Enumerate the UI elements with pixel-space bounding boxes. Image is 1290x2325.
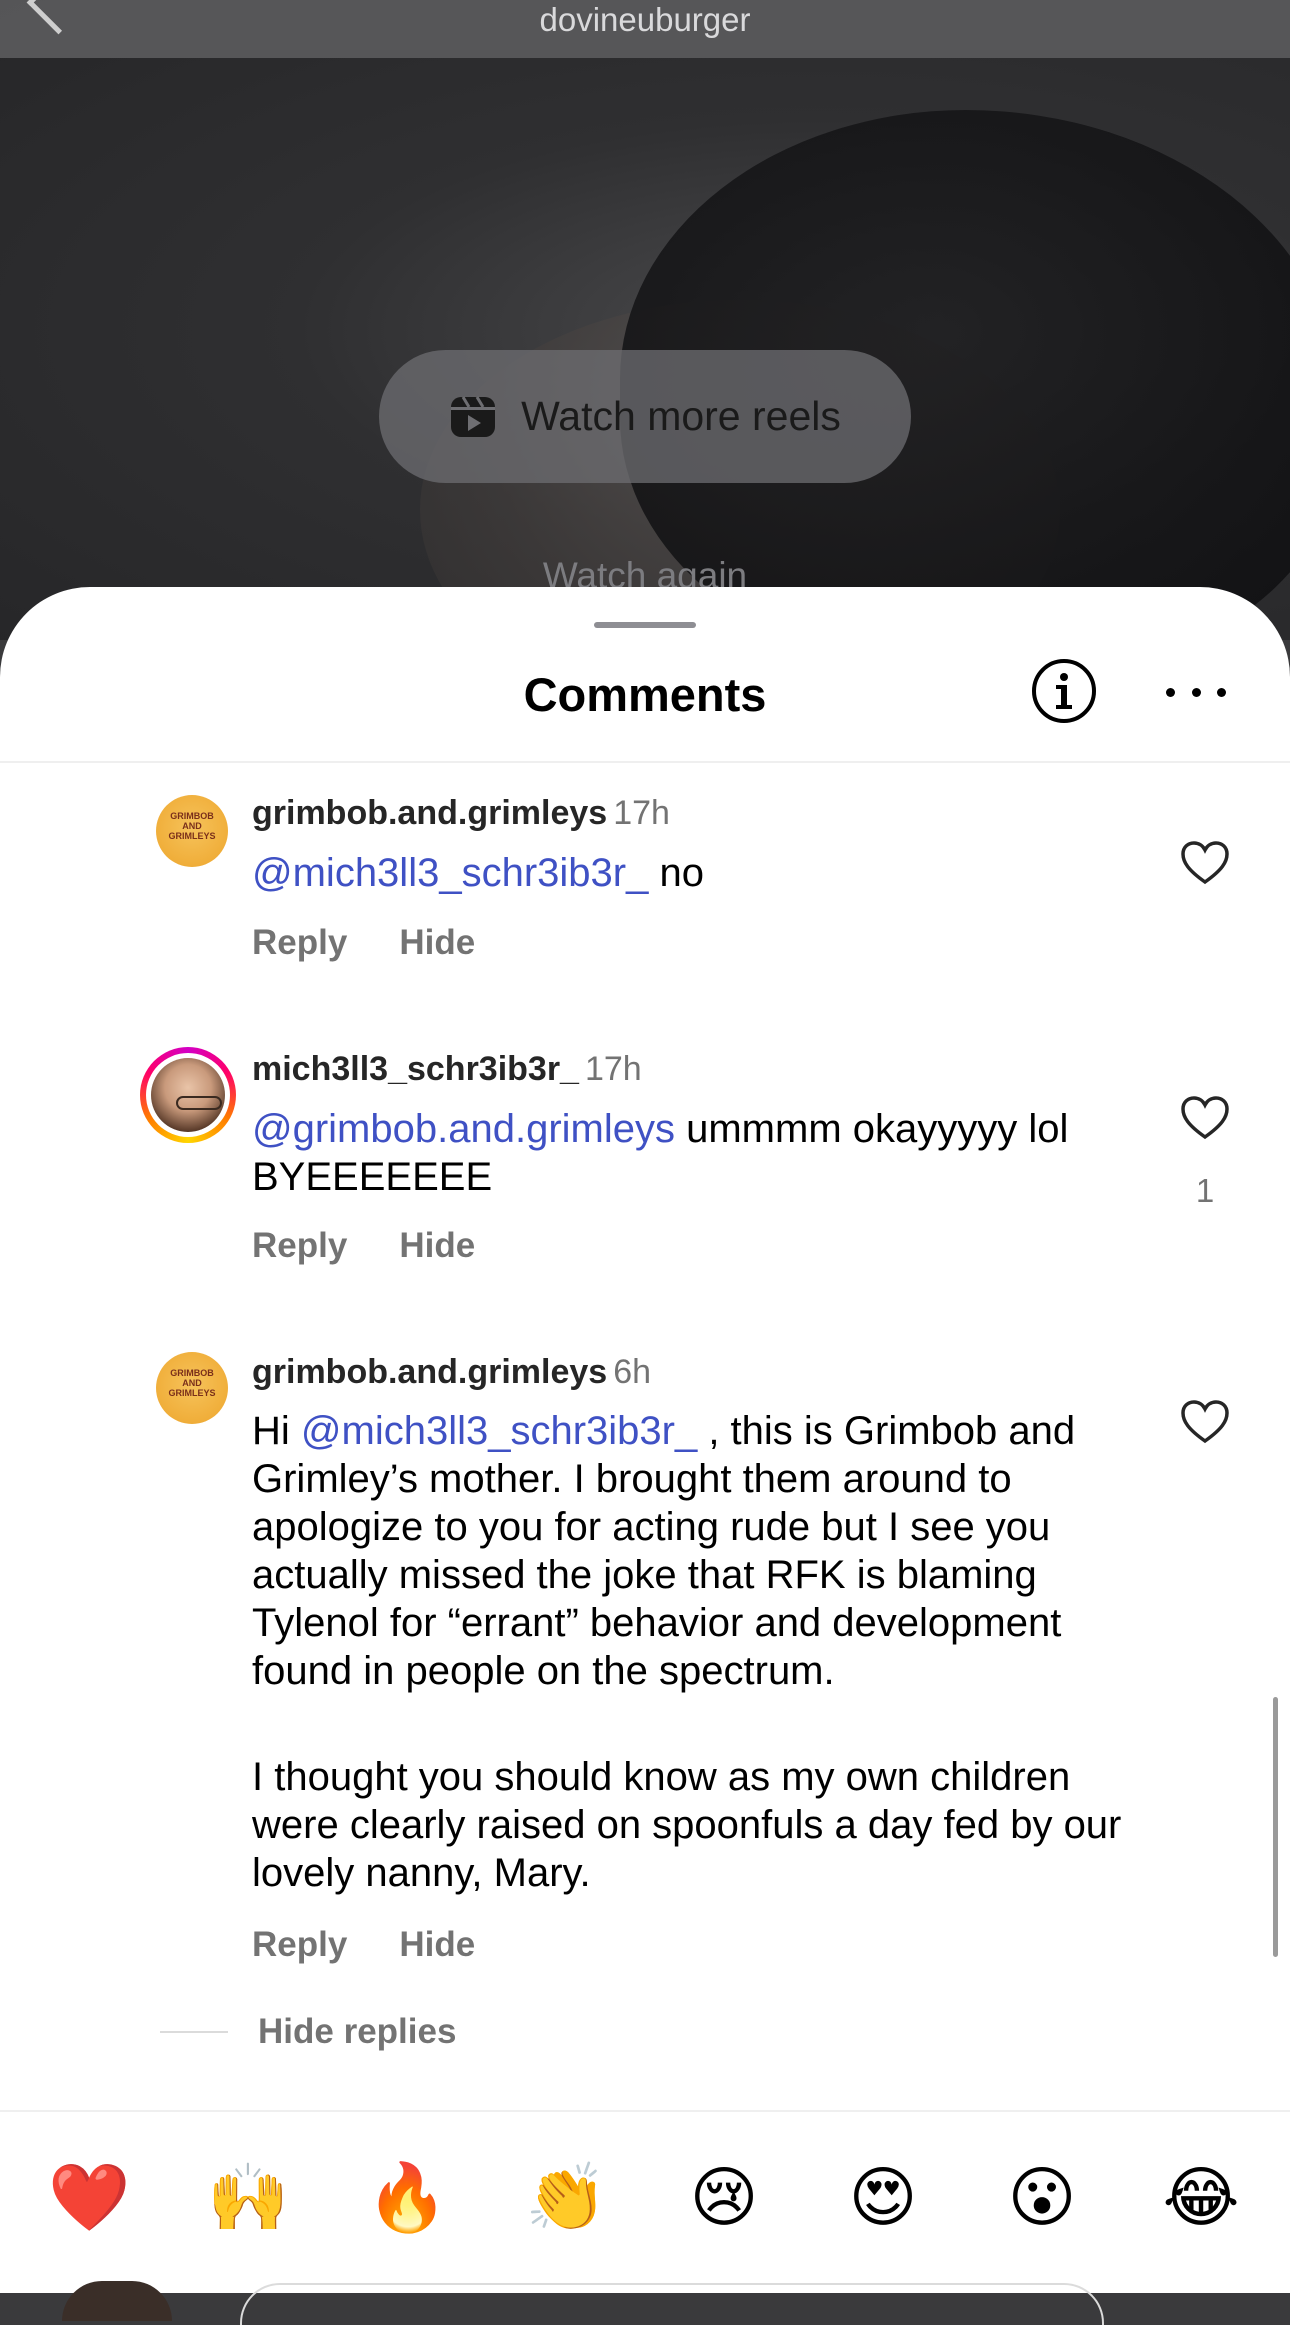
avatar[interactable]: GRIMBOB AND GRIMLEYS xyxy=(156,1352,228,1424)
heart-icon[interactable] xyxy=(1180,1399,1230,1445)
hide-replies-label: Hide replies xyxy=(258,2012,457,2051)
scrollbar[interactable] xyxy=(1273,1697,1278,1957)
avatar-story-ring[interactable] xyxy=(140,1047,236,1143)
hide-button[interactable]: Hide xyxy=(399,923,475,963)
hide-replies-toggle[interactable]: Hide replies xyxy=(160,2012,456,2052)
avatar-logo: GRIMBOB AND GRIMLEYS xyxy=(168,811,216,841)
reel-author-username[interactable]: dovineuburger xyxy=(0,0,1290,40)
emoji-laughing[interactable]: 😂 xyxy=(1161,2157,1241,2237)
comment-time: 17h xyxy=(613,794,670,832)
comment-actions: Reply Hide xyxy=(252,1925,475,1965)
emoji-heart[interactable]: ❤️ xyxy=(48,2157,130,2237)
top-header-bar: dovineuburger xyxy=(0,0,1290,58)
emoji-fire[interactable]: 🔥 xyxy=(366,2157,448,2237)
emoji-crying[interactable]: 😢 xyxy=(684,2157,764,2237)
mention-link[interactable]: @grimbob.and.grimleys xyxy=(252,1107,675,1151)
emoji-reaction-bar: ❤️ 🙌 🔥 👏 😢 😍 😮 😂 xyxy=(0,2157,1290,2247)
comment-actions: Reply Hide xyxy=(252,1226,475,1266)
comment-header: mich3ll3_schr3ib3r_ 17h xyxy=(252,1050,642,1089)
glasses-detail xyxy=(176,1096,222,1110)
reply-button[interactable]: Reply xyxy=(252,923,347,963)
comment-text-paragraph-2: I thought you should know as my own chil… xyxy=(252,1755,1122,1895)
emoji-raised-hands[interactable]: 🙌 xyxy=(207,2157,289,2237)
reply-button[interactable]: Reply xyxy=(252,1925,347,1965)
avatar-logo: GRIMBOB AND GRIMLEYS xyxy=(168,1368,216,1398)
reel-video-background: dovineuburger Watch more reels Watch aga… xyxy=(0,0,1290,640)
info-icon[interactable] xyxy=(1030,657,1098,725)
current-user-avatar xyxy=(62,2281,172,2321)
reels-icon xyxy=(451,395,496,437)
heart-icon[interactable] xyxy=(1180,840,1230,886)
comment-body: no xyxy=(648,851,704,895)
emoji-heart-eyes[interactable]: 😍 xyxy=(843,2157,923,2237)
comments-sheet: Comments GRIMBOB AND GRIMLEYS grimbob.an… xyxy=(0,587,1290,2325)
emoji-surprised[interactable]: 😮 xyxy=(1002,2157,1082,2237)
header-divider xyxy=(0,761,1290,763)
comment-text: Hi @mich3ll3_schr3ib3r_ , this is Grimbo… xyxy=(252,1407,1132,1695)
comment-time: 6h xyxy=(613,1353,652,1391)
emoji-clap[interactable]: 👏 xyxy=(525,2157,607,2237)
comment-username[interactable]: grimbob.and.grimleys xyxy=(252,794,607,832)
comment-username[interactable]: mich3ll3_schr3ib3r_ xyxy=(252,1050,579,1088)
more-options-icon[interactable] xyxy=(1166,677,1226,707)
emoji-divider xyxy=(0,2110,1290,2112)
hide-button[interactable]: Hide xyxy=(399,1226,475,1266)
comment-text: @grimbob.and.grimleys ummmm okayyyyy lol… xyxy=(252,1105,1112,1201)
hide-button[interactable]: Hide xyxy=(399,1925,475,1965)
comment-header: grimbob.and.grimleys 17h xyxy=(252,794,670,833)
heart-icon[interactable] xyxy=(1180,1095,1230,1141)
mention-link[interactable]: @mich3ll3_schr3ib3r_ xyxy=(301,1409,697,1453)
avatar[interactable]: GRIMBOB AND GRIMLEYS xyxy=(156,795,228,867)
comment-actions: Reply Hide xyxy=(252,923,475,963)
watch-more-reels-button[interactable]: Watch more reels xyxy=(379,350,911,483)
add-comment-input[interactable] xyxy=(240,2283,1104,2325)
mention-link[interactable]: @mich3ll3_schr3ib3r_ xyxy=(252,851,648,895)
watch-more-reels-label: Watch more reels xyxy=(521,393,841,439)
avatar xyxy=(151,1058,225,1132)
sheet-grabber-handle[interactable] xyxy=(594,622,696,628)
comment-prefix: Hi xyxy=(252,1409,301,1453)
comment-time: 17h xyxy=(584,1050,642,1088)
comment-text: @mich3ll3_schr3ib3r_ no xyxy=(252,849,1132,897)
reply-button[interactable]: Reply xyxy=(252,1226,347,1266)
hide-replies-line xyxy=(160,2031,228,2033)
comment-header: grimbob.and.grimleys 6h xyxy=(252,1353,651,1392)
comment-username[interactable]: grimbob.and.grimleys xyxy=(252,1353,607,1391)
like-count[interactable]: 1 xyxy=(1180,1172,1230,1210)
